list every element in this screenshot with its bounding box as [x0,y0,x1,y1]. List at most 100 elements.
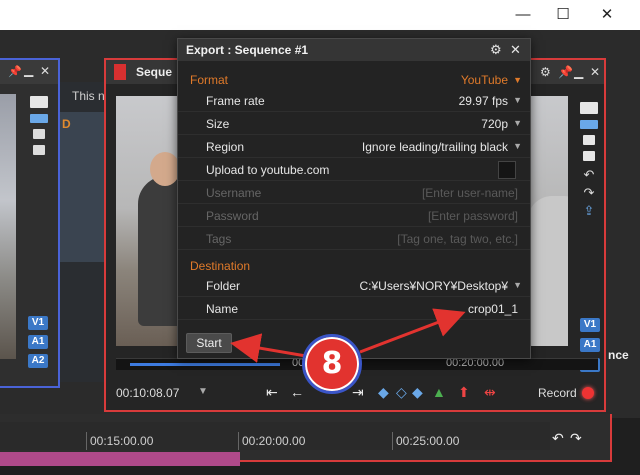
overlay-icon[interactable] [583,151,595,161]
chevron-down-icon[interactable]: ▼ [513,75,522,85]
source-panel: 📌 ▁ ✕ V1 A1 A2 [0,58,60,388]
ruler-tick [238,432,239,450]
upload-checkbox[interactable] [498,161,516,179]
undo-icon[interactable]: ↶ [552,430,564,447]
middle-text: This n [72,89,105,103]
password-row[interactable]: Password [Enter password] [178,205,530,227]
pin-icon[interactable]: 📌 [558,65,573,79]
source-panel-header: 📌 ▁ ✕ [0,60,58,84]
tags-row[interactable]: Tags [Tag one, tag two, etc.] [178,228,530,250]
name-row[interactable]: Name crop01_1 [178,298,530,320]
folder-value[interactable]: C:¥Users¥NORY¥Desktop¥ [359,279,508,293]
step-number-badge: 8 [302,334,362,394]
track-a1-label[interactable]: A1 [580,338,600,352]
pin-icon[interactable]: 📌 [8,65,22,78]
upload-row[interactable]: Upload to youtube.com [178,159,530,181]
settings-icon[interactable]: ⚙ [540,65,551,79]
frame-rate-value[interactable]: 29.97 fps [459,94,508,108]
undo-icon[interactable]: ↶ [576,167,602,183]
record-button[interactable] [582,387,594,399]
minimize-panel-icon[interactable]: ▁ [24,63,33,77]
timeline-ruler[interactable]: 00:15:00.00 00:20:00.00 00:25:00.00 [0,422,550,450]
ruler-tick [392,432,393,450]
tags-label: Tags [206,232,232,246]
close-window-button[interactable]: ✕ [592,4,622,26]
chevron-down-icon[interactable]: ▼ [513,141,522,151]
minimize-panel-icon[interactable]: ▁ [574,65,583,79]
in-out-range[interactable] [130,363,280,366]
name-label: Name [206,302,239,316]
export-dialog-header: Export : Sequence #1 ⚙ ✕ [178,39,530,61]
square-icon[interactable] [33,129,45,139]
size-value[interactable]: 720p [481,117,508,131]
list-icon[interactable] [30,114,48,123]
timeline-label-1: 00:15:00.00 [90,434,154,448]
mark-in-icon[interactable]: ◆ [378,384,389,401]
settings-icon[interactable]: ⚙ [490,42,502,58]
minimize-button[interactable]: — [508,4,538,26]
folder-icon[interactable] [30,96,48,108]
bookmark-icon [114,64,126,80]
ruler-tick [86,432,87,450]
track-v1-label[interactable]: V1 [28,316,48,330]
size-label: Size [206,117,230,131]
close-panel-icon[interactable]: ✕ [590,65,600,79]
chevron-down-icon[interactable]: ▼ [513,118,522,128]
format-label: Format [190,73,229,87]
tags-input[interactable]: [Tag one, tag two, etc.] [397,232,518,246]
window-titlebar: — ☐ ✕ [0,0,640,30]
format-value[interactable]: YouTube [461,73,508,87]
source-video-thumbnail [0,94,16,359]
destination-label: Destination [190,259,251,273]
bookmark-green-icon[interactable]: ▲ [432,384,446,400]
sequence-title: Seque [136,65,173,79]
track-a1-label[interactable]: A1 [28,335,48,349]
name-input[interactable]: crop01_1 [468,302,518,316]
timeline-clip[interactable] [0,452,240,466]
maximize-button[interactable]: ☐ [548,4,578,26]
redo-icon[interactable]: ↷ [576,185,602,201]
extract-icon[interactable]: ⇹ [484,384,496,401]
timecode-dropdown-icon[interactable]: ▼ [198,386,208,397]
overlay-icon[interactable] [33,145,45,155]
record-label: Record [538,386,577,400]
upload-icon[interactable]: ⇪ [576,203,602,219]
chevron-down-icon[interactable]: ▼ [513,280,522,290]
sequence-tools: ↶ ↷ ⇪ V1 A1 A2 [576,96,602,372]
chevron-down-icon[interactable]: ▼ [513,95,522,105]
square-icon[interactable] [583,135,595,145]
region-row[interactable]: Region Ignore leading/trailing black ▼ [178,136,530,158]
redo-icon[interactable]: ↷ [570,430,582,447]
lift-icon[interactable]: ⬆ [458,384,470,401]
username-label: Username [206,186,262,200]
video-person-face [150,152,180,186]
export-dialog: Export : Sequence #1 ⚙ ✕ Format YouTube … [177,38,531,359]
go-to-end-icon[interactable]: ⇥ [352,384,364,401]
folder-icon[interactable] [580,102,598,114]
step-back-icon[interactable]: ← [290,384,304,400]
username-input[interactable]: [Enter user-name] [422,186,518,200]
frame-rate-row[interactable]: Frame rate 29.97 fps ▼ [178,90,530,112]
right-panel-text: nce [608,348,629,362]
start-button[interactable]: Start [186,333,232,353]
username-row[interactable]: Username [Enter user-name] [178,182,530,204]
marker-icon[interactable]: ◇ [396,384,407,401]
list-icon[interactable] [580,120,598,129]
folder-row[interactable]: Folder C:¥Users¥NORY¥Desktop¥ ▼ [178,275,530,297]
region-value[interactable]: Ignore leading/trailing black [362,140,508,154]
track-a2-label[interactable]: A2 [28,354,48,368]
mark-out-icon[interactable]: ◆ [412,384,423,401]
go-to-start-icon[interactable]: ⇤ [266,384,278,401]
track-v1-label[interactable]: V1 [580,318,600,332]
size-row[interactable]: Size 720p ▼ [178,113,530,135]
middle-column [60,112,106,262]
video-person-right [528,196,568,346]
timeline-label-3: 00:25:00.00 [396,434,460,448]
close-dialog-icon[interactable]: ✕ [510,42,521,58]
password-input[interactable]: [Enter password] [428,209,518,223]
folder-label: Folder [206,279,241,293]
close-panel-icon[interactable]: ✕ [40,64,50,78]
region-label: Region [206,140,245,154]
upload-label: Upload to youtube.com [206,163,330,177]
timecode-display[interactable]: 00:10:08.07 [116,386,179,400]
